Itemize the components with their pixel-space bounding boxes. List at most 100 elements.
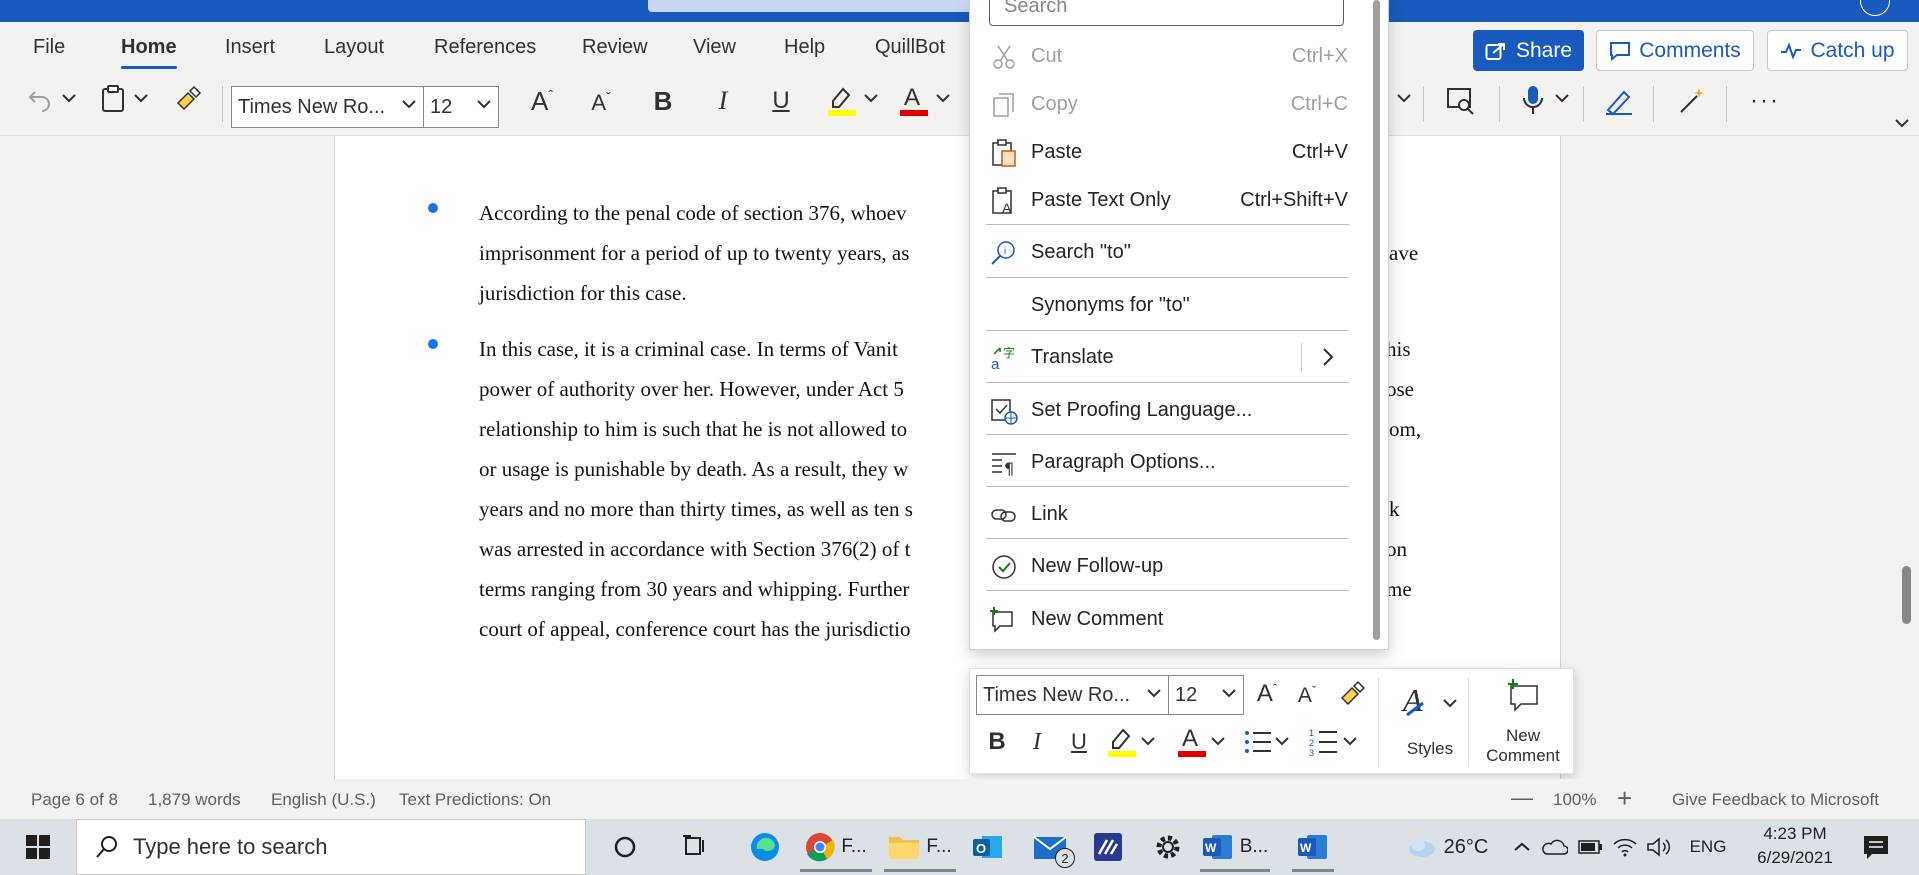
menu-item-search[interactable]: i Search "to" [970,230,1370,274]
ribbon-collapse-icon[interactable] [1893,115,1911,131]
page-count[interactable]: Page 6 of 8 [31,790,118,810]
taskbar-search-box[interactable]: Type here to search [76,819,586,875]
text-predictions-status[interactable]: Text Predictions: On [399,790,551,810]
tab-quillbot[interactable]: QuillBot [875,36,945,59]
format-painter-icon[interactable] [1336,677,1368,711]
numbering-icon[interactable]: 123 [1308,725,1340,759]
tab-home[interactable]: Home [121,36,177,69]
styles-button[interactable]: A Styles [1390,677,1470,771]
find-icon[interactable] [1444,84,1478,118]
title-search-box[interactable] [648,0,978,12]
menu-item-synonyms[interactable]: Synonyms for "to" [970,283,1370,327]
menu-item-cut[interactable]: Cut Ctrl+X [970,34,1370,78]
underline-icon[interactable]: U [766,84,796,118]
clock[interactable]: 4:23 PM 6/29/2021 [1740,822,1850,872]
menu-item-link[interactable]: Link [970,492,1370,536]
format-painter-icon[interactable] [173,84,203,114]
undo-icon[interactable] [25,84,55,114]
windows-start-icon[interactable] [18,826,58,868]
shrink-font-icon[interactable]: Aˇ [1292,679,1322,713]
chrome-taskbar-item[interactable]: F... [800,826,872,872]
app-icon[interactable] [1088,826,1128,868]
menu-item-translate[interactable]: a字 Translate [970,335,1370,379]
onedrive-icon[interactable] [1540,826,1570,868]
designer-icon[interactable] [1675,84,1709,118]
menu-item-paste-text-only[interactable]: A Paste Text Only Ctrl+Shift+V [970,178,1370,222]
tab-layout[interactable]: Layout [324,36,384,59]
microphone-icon[interactable] [1518,82,1548,118]
feedback-link[interactable]: Give Feedback to Microsoft [1672,790,1879,810]
mini-font-size-combo[interactable]: 12 [1168,675,1244,715]
word-taskbar-item[interactable]: W B... [1200,826,1270,872]
chevron-down-icon[interactable] [132,88,150,108]
italic-icon[interactable]: I [708,84,738,118]
zoom-level[interactable]: 100% [1553,790,1596,810]
wifi-icon[interactable] [1610,826,1640,868]
chevron-up-icon[interactable] [1510,826,1534,868]
tab-help[interactable]: Help [784,36,825,59]
font-color-icon[interactable]: A [898,82,930,118]
weather-widget[interactable]: 26°C [1392,826,1502,868]
chevron-down-icon[interactable] [1395,88,1413,108]
cortana-icon[interactable] [605,826,645,868]
tab-insert[interactable]: Insert [225,36,275,59]
tab-view[interactable]: View [693,36,736,59]
chevron-down-icon[interactable] [862,88,880,108]
mini-font-name-combo[interactable]: Times New Ro... [976,675,1169,715]
volume-icon[interactable] [1644,826,1674,868]
chevron-down-icon[interactable] [1140,731,1156,751]
battery-icon[interactable] [1576,826,1606,868]
vertical-scrollbar-thumb[interactable] [1902,566,1911,624]
outlook-icon[interactable]: O [968,826,1008,868]
chevron-down-icon[interactable] [1274,731,1290,751]
grow-font-icon[interactable]: Aˆ [525,84,559,118]
chevron-down-icon[interactable] [934,88,952,108]
context-menu-scrollbar[interactable] [1373,0,1380,640]
mail-taskbar-item[interactable]: 2 [1025,826,1075,868]
grow-font-icon[interactable]: Aˆ [1250,677,1284,711]
menu-item-paste[interactable]: Paste Ctrl+V [970,130,1370,174]
menu-item-paragraph-options[interactable]: ¶ Paragraph Options... [970,440,1370,484]
word-taskbar-item-2[interactable]: W [1292,826,1334,872]
highlight-icon[interactable] [826,82,858,118]
more-options-icon[interactable]: ··· [1745,86,1785,116]
catch-up-button[interactable]: Catch up [1767,30,1908,71]
menu-item-new-follow-up[interactable]: New Follow-up [970,544,1370,588]
editor-icon[interactable] [1602,84,1636,118]
task-view-icon[interactable] [675,826,715,868]
menu-item-copy[interactable]: Copy Ctrl+C [970,82,1370,126]
comments-button[interactable]: Comments [1596,30,1754,71]
font-name-combo[interactable]: Times New Ro... [231,86,424,128]
chevron-down-icon[interactable] [60,88,78,108]
zoom-out-icon[interactable]: — [1511,785,1533,811]
paste-icon[interactable] [98,84,128,114]
notifications-icon[interactable] [1856,826,1896,868]
mini-new-comment-button[interactable]: New Comment [1476,673,1570,771]
chevron-down-icon[interactable] [1553,88,1571,108]
language-status[interactable]: English (U.S.) [271,790,376,810]
input-language[interactable]: ENG [1686,826,1730,868]
explorer-taskbar-item[interactable]: F... [884,826,956,872]
chevron-down-icon[interactable] [1210,731,1226,751]
chevron-down-icon[interactable] [1342,731,1358,751]
edge-icon[interactable] [745,826,785,868]
account-avatar[interactable] [1860,0,1890,16]
share-button[interactable]: Share [1473,30,1584,71]
italic-icon[interactable]: I [1022,725,1052,759]
font-size-combo[interactable]: 12 [423,86,499,128]
bullets-icon[interactable] [1242,725,1274,759]
settings-gear-icon[interactable] [1148,826,1188,868]
font-color-icon[interactable]: A [1176,723,1208,759]
bold-icon[interactable]: B [648,84,678,118]
menu-item-new-comment[interactable]: New Comment [970,597,1370,641]
shrink-font-icon[interactable]: Aˇ [586,86,616,120]
menu-item-set-proofing-language[interactable]: Set Proofing Language... [970,388,1370,432]
zoom-in-icon[interactable]: + [1617,783,1632,814]
tab-references[interactable]: References [434,36,536,59]
highlight-icon[interactable] [1106,723,1138,759]
underline-icon[interactable]: U [1064,725,1094,759]
tab-file[interactable]: File [33,36,65,59]
bold-icon[interactable]: B [982,725,1012,759]
word-count[interactable]: 1,879 words [148,790,241,810]
context-menu-search-input[interactable]: Search [989,0,1344,26]
